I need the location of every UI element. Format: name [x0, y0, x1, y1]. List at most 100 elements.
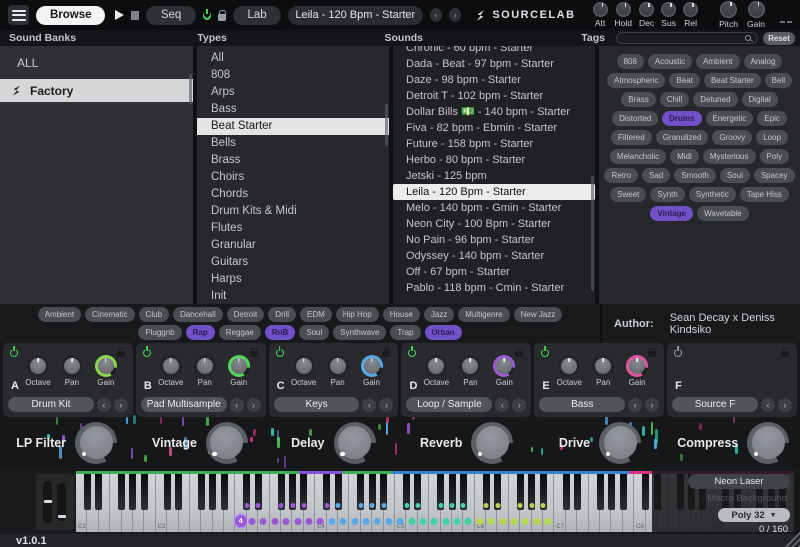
piano-black-key[interactable] [608, 474, 615, 510]
browse-button[interactable]: Browse [36, 6, 105, 25]
lock-icon[interactable] [781, 351, 789, 357]
tag-chip[interactable]: Melancholic [610, 149, 666, 164]
genre-chip[interactable]: Dancehall [173, 307, 223, 322]
genre-chip[interactable]: Synthwave [333, 325, 386, 340]
genre-chip[interactable]: Club [139, 307, 169, 322]
att-knob[interactable] [593, 2, 608, 17]
piano-black-key[interactable] [357, 474, 364, 510]
tag-chip[interactable]: Spacey [754, 168, 795, 183]
next-source-button[interactable]: › [778, 398, 792, 412]
piano-black-key[interactable] [494, 474, 501, 510]
type-item[interactable]: Guitars [197, 254, 389, 271]
piano-black-key[interactable] [209, 474, 216, 510]
sounds-scrollbar[interactable] [591, 176, 594, 291]
piano-black-key[interactable] [642, 474, 649, 510]
gain-knob[interactable] [626, 355, 648, 377]
piano-black-key[interactable] [164, 474, 171, 510]
pan-knob[interactable] [459, 355, 481, 377]
octave-knob[interactable] [160, 355, 182, 377]
rel-knob[interactable] [683, 2, 698, 17]
piano-black-key[interactable] [620, 474, 627, 510]
type-item[interactable]: All [197, 50, 389, 67]
genre-chip[interactable]: Drill [268, 307, 296, 322]
tag-chip[interactable]: Wavetable [697, 206, 749, 221]
lock-icon[interactable] [218, 14, 226, 21]
preset-next-button[interactable]: › [449, 8, 461, 22]
gain-knob[interactable] [748, 1, 765, 18]
genre-chip[interactable]: Cinematic [85, 307, 135, 322]
sound-item[interactable]: Daze - 98 bpm - Starter [393, 72, 595, 88]
mod-wheel-handle[interactable] [58, 515, 66, 518]
dec-knob[interactable] [639, 2, 654, 17]
tag-chip[interactable]: Distorted [612, 111, 658, 126]
piano-black-key[interactable] [517, 474, 524, 510]
reset-button[interactable]: Reset [763, 32, 795, 45]
piano-black-key[interactable] [563, 474, 570, 510]
genre-chip[interactable]: EDM [300, 307, 332, 322]
sound-item[interactable]: Neon City - 100 Bpm - Starter [393, 216, 595, 232]
types-scrollbar[interactable] [385, 104, 388, 146]
next-source-button[interactable]: › [379, 398, 393, 412]
macro-preset-button[interactable]: Neon Laser [688, 474, 790, 489]
power-icon[interactable] [203, 11, 211, 20]
prev-source-button[interactable]: ‹ [761, 398, 775, 412]
hold-knob[interactable] [616, 2, 631, 17]
sound-item[interactable]: Melo - 140 bpm - Gmin - Starter [393, 200, 595, 216]
genre-chip[interactable]: Trap [390, 325, 420, 340]
tag-chip[interactable]: Ambient [696, 54, 739, 69]
tag-chip[interactable]: Tape Hiss [740, 187, 789, 202]
menu-button[interactable] [8, 5, 29, 25]
piano-black-key[interactable] [528, 474, 535, 510]
tag-chip[interactable]: Atmospheric [607, 73, 665, 88]
tag-chip[interactable]: Smooth [674, 168, 716, 183]
piano-black-key[interactable] [414, 474, 421, 510]
piano-black-key[interactable] [403, 474, 410, 510]
reverb-knob[interactable] [471, 422, 513, 464]
stop-icon[interactable] [131, 11, 139, 20]
type-item[interactable]: 808 [197, 67, 389, 84]
tag-chip[interactable]: Loop [756, 130, 788, 145]
piano-black-key[interactable] [300, 474, 307, 510]
tag-chip[interactable]: Brass [621, 92, 655, 107]
gain-knob[interactable] [228, 355, 250, 377]
piano-black-key[interactable] [380, 474, 387, 510]
preset-display[interactable]: Leila - 120 Bpm - Starter [288, 6, 423, 25]
sound-item[interactable]: Odyssey - 140 bpm - Starter [393, 248, 595, 264]
piano-black-key[interactable] [335, 474, 342, 510]
tag-chip[interactable]: Retro [604, 168, 638, 183]
prev-source-button[interactable]: ‹ [230, 398, 244, 412]
bank-item-all[interactable]: ALL [0, 51, 193, 74]
type-item[interactable]: Bells [197, 135, 389, 152]
tag-chip[interactable]: Filtered [611, 130, 652, 145]
vintage-knob[interactable] [206, 422, 248, 464]
type-item[interactable]: Choirs [197, 169, 389, 186]
tag-chip[interactable]: Detuned [693, 92, 737, 107]
pan-knob[interactable] [327, 355, 349, 377]
type-item[interactable]: Chords [197, 186, 389, 203]
piano-black-key[interactable] [323, 474, 330, 510]
octave-knob[interactable] [558, 355, 580, 377]
prev-source-button[interactable]: ‹ [495, 398, 509, 412]
genre-chip[interactable]: Rap [186, 325, 215, 340]
power-icon[interactable] [541, 349, 549, 357]
next-source-button[interactable]: › [512, 398, 526, 412]
next-source-button[interactable]: › [645, 398, 659, 412]
type-item[interactable]: Init [197, 288, 389, 304]
power-icon[interactable] [10, 349, 18, 357]
tag-chip[interactable]: Granulized [656, 130, 709, 145]
sound-item[interactable]: Dollar Bills 💵 - 140 bpm - Starter [393, 104, 595, 120]
play-icon[interactable] [115, 10, 124, 20]
tag-chip[interactable]: Vintage [650, 206, 693, 221]
piano-black-key[interactable] [289, 474, 296, 510]
sound-item[interactable]: Chronic - 60 bpm - Starter [393, 46, 595, 56]
source-name[interactable]: Drum Kit [8, 397, 94, 412]
piano-black-key[interactable] [437, 474, 444, 510]
genre-chip[interactable]: Detroit [227, 307, 265, 322]
source-name[interactable]: Keys [274, 397, 360, 412]
next-source-button[interactable]: › [247, 398, 261, 412]
piano-black-key[interactable] [574, 474, 581, 510]
tag-chip[interactable]: Analog [744, 54, 783, 69]
piano-black-key[interactable] [129, 474, 136, 510]
piano-black-key[interactable] [278, 474, 285, 510]
genre-chip[interactable]: Pluggnb [138, 325, 181, 340]
